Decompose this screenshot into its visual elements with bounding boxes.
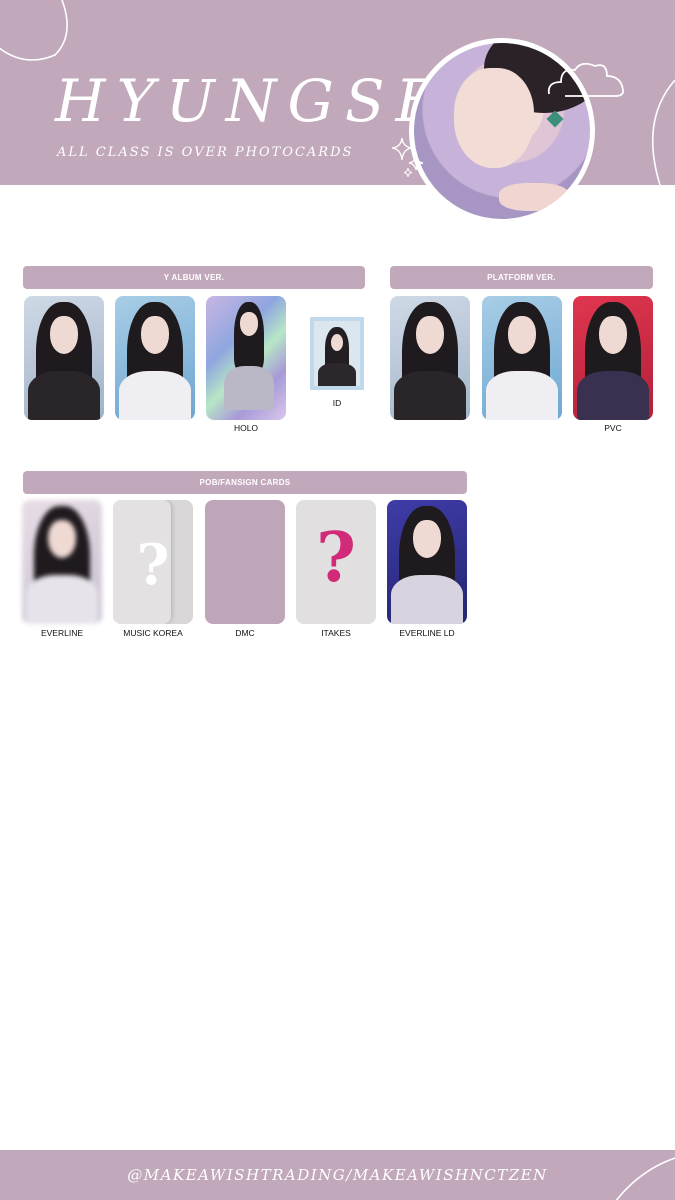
photocard-pob-itakes: ? (296, 500, 376, 624)
footer-bar: @MAKEAWISHTRADING/MAKEAWISHNCTZEN (0, 1150, 675, 1200)
label-everline-ld: EVERLINE LD (399, 628, 455, 638)
photocard-y-album-id (310, 317, 364, 390)
cloud-icon (547, 62, 624, 97)
label-holo: HOLO (233, 423, 259, 433)
photocard-pob-dmc (205, 500, 285, 624)
section-platform: PLATFORM VER. (390, 266, 653, 289)
photocard-pob-everline (22, 500, 102, 624)
label-pvc: PVC (604, 423, 622, 433)
photocard-platform-1 (390, 296, 470, 420)
photocard-y-album-holo (206, 296, 286, 420)
photo-earring (546, 110, 564, 128)
question-mark-icon: ? (316, 518, 356, 598)
label-everline: EVERLINE (40, 628, 84, 638)
section-pob-fansign: POB/FANSIGN CARDS (23, 471, 467, 494)
photocard-platform-2 (482, 296, 562, 420)
sparkle-icon (392, 138, 424, 178)
photo-hand (499, 183, 569, 211)
label-id: ID (332, 398, 342, 408)
footer-handles: @MAKEAWISHTRADING/MAKEAWISHNCTZEN (127, 1166, 548, 1184)
photocard-y-album-2 (115, 296, 195, 420)
photocard-pob-everline-ld (387, 500, 467, 624)
photocard-pob-music-korea: ? (113, 500, 193, 624)
question-mark-icon: ? (136, 532, 170, 598)
label-itakes: ITAKES (321, 628, 351, 638)
photocard-platform-pvc (573, 296, 653, 420)
label-music-korea: MUSIC KOREA (123, 628, 183, 638)
page-subtitle: ALL CLASS IS OVER PHOTOCARDS (57, 145, 354, 160)
photo-face (454, 68, 534, 168)
section-y-album: Y ALBUM VER. (23, 266, 365, 289)
photocard-y-album-1 (24, 296, 104, 420)
label-dmc: DMC (235, 628, 255, 638)
